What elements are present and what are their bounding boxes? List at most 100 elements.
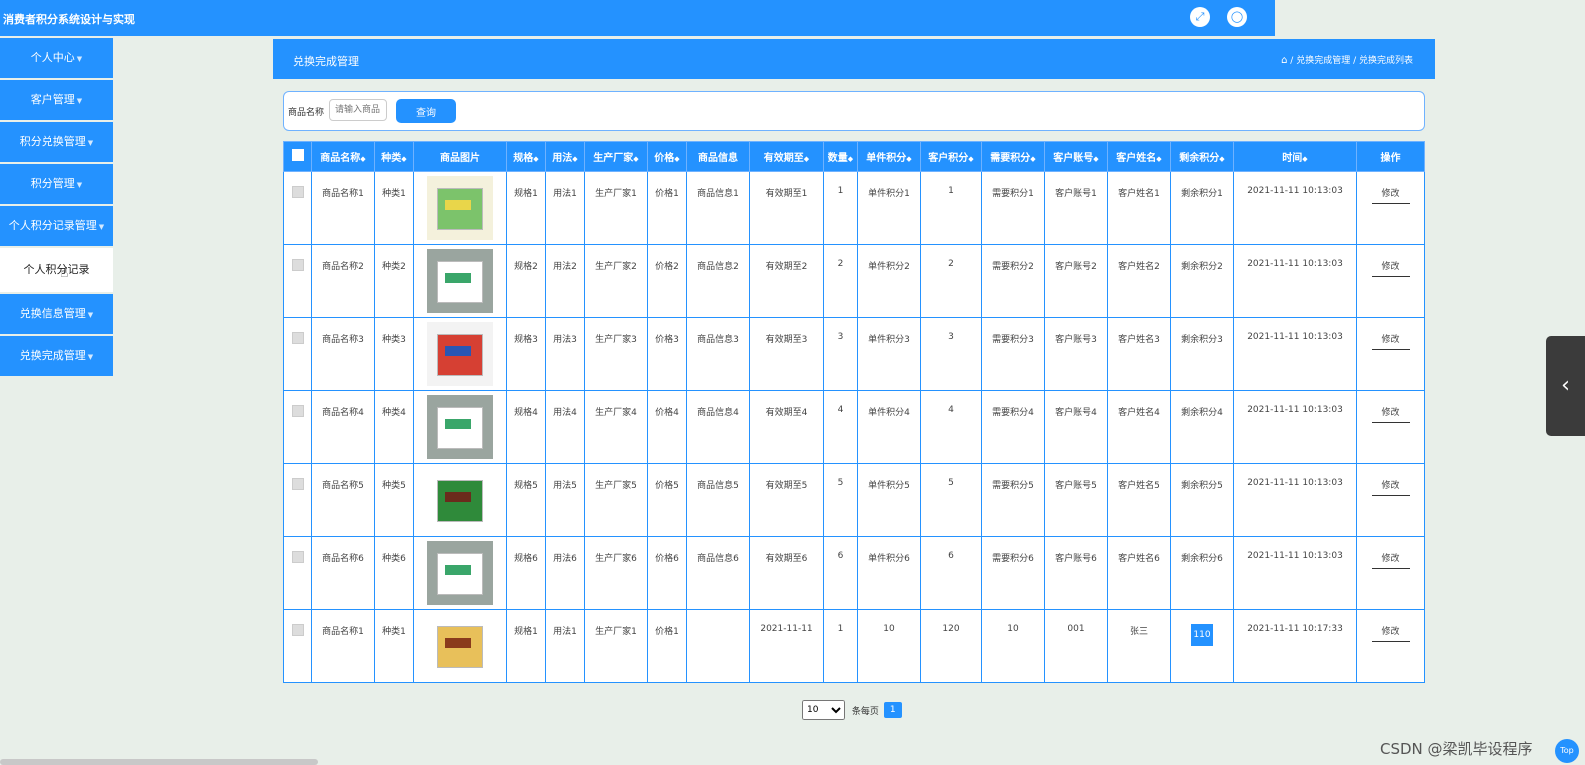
- search-input[interactable]: [329, 99, 387, 121]
- column-header[interactable]: 客户积分◆: [920, 141, 982, 172]
- sidebar-item-label: 兑换信息管理: [19, 307, 86, 320]
- edit-button[interactable]: 修改: [1371, 259, 1410, 277]
- edit-button[interactable]: 修改: [1371, 551, 1410, 569]
- table-cell-info: 商品信息6: [686, 536, 750, 610]
- table-cell-spec: 规格2: [506, 244, 546, 318]
- product-image: [413, 536, 507, 610]
- edit-button[interactable]: 修改: [1371, 405, 1410, 423]
- table-cell-kind: 种类3: [374, 317, 414, 391]
- column-header[interactable]: 用法◆: [545, 141, 585, 172]
- column-header[interactable]: 种类◆: [374, 141, 414, 172]
- table-cell-usage: 用法1: [545, 609, 585, 683]
- table-cell-remain: 剩余积分3: [1170, 317, 1234, 391]
- column-header[interactable]: 需要积分◆: [981, 141, 1045, 172]
- table-cell-kind: 种类5: [374, 463, 414, 537]
- table-cell-account: 001: [1044, 609, 1108, 683]
- sidebar-item-points-exchange[interactable]: 积分兑换管理 ▼: [0, 122, 113, 162]
- column-header[interactable]: 生产厂家◆: [584, 141, 648, 172]
- column-header[interactable]: 时间◆: [1233, 141, 1357, 172]
- table-cell-unit-points: 单件积分5: [857, 463, 921, 537]
- table-row: 商品名称2 种类2 规格2 用法2 生产厂家2 价格2 商品信息2 有效期至2 2 单件积分2 2 需…: [283, 244, 1425, 318]
- sidebar-item-label: 个人中心: [30, 51, 75, 64]
- column-header[interactable]: 规格◆: [506, 141, 546, 172]
- table-cell-info: 商品信息3: [686, 317, 750, 391]
- sidebar-item-label: 客户管理: [30, 93, 75, 106]
- breadcrumb: ⌂ / 兑换完成管理 / 兑换完成列表: [1281, 55, 1413, 66]
- column-header[interactable]: 商品名称◆: [311, 141, 375, 172]
- home-icon[interactable]: ⌂: [1281, 55, 1287, 66]
- row-checkbox[interactable]: [283, 536, 312, 610]
- breadcrumb-item[interactable]: 兑换完成管理: [1296, 56, 1350, 66]
- table-cell-account: 客户账号6: [1044, 536, 1108, 610]
- table-cell-expiry: 有效期至4: [749, 390, 824, 464]
- sort-icon: ◆: [533, 155, 539, 163]
- table-cell-info: 商品信息1: [686, 171, 750, 245]
- row-checkbox[interactable]: [283, 244, 312, 318]
- table-cell-remain: 剩余积分5: [1170, 463, 1234, 537]
- column-header[interactable]: 单件积分◆: [857, 141, 921, 172]
- row-checkbox[interactable]: [283, 609, 312, 683]
- table-cell-expiry: 2021-11-11: [749, 609, 824, 683]
- chevron-down-icon: ▼: [76, 97, 83, 105]
- row-checkbox[interactable]: [283, 171, 312, 245]
- table-cell-kind: 种类6: [374, 536, 414, 610]
- sort-icon: ◆: [847, 155, 854, 163]
- edit-button[interactable]: 修改: [1371, 332, 1410, 350]
- row-checkbox[interactable]: [283, 463, 312, 537]
- product-image: [413, 609, 507, 683]
- table-cell-remain: 110: [1170, 609, 1234, 683]
- row-checkbox[interactable]: [283, 390, 312, 464]
- back-to-top-button[interactable]: Top: [1555, 739, 1579, 763]
- table-cell-unit-points: 单件积分4: [857, 390, 921, 464]
- sidebar-item-points[interactable]: 积分管理 ▼: [0, 164, 113, 204]
- chevron-left-icon[interactable]: ‹: [1546, 336, 1585, 436]
- product-image: [413, 171, 507, 245]
- table-cell-price: 价格2: [647, 244, 687, 318]
- table-cell-expiry: 有效期至1: [749, 171, 824, 245]
- table-cell-qty: 1: [823, 171, 858, 245]
- table-row: 商品名称5 种类5 规格5 用法5 生产厂家5 价格5 商品信息5 有效期至5 5 单件积分5 5 需…: [283, 463, 1425, 537]
- chevron-down-icon: ▼: [87, 139, 94, 147]
- user-icon[interactable]: ◯: [1227, 7, 1247, 27]
- sidebar-item-label: 兑换完成管理: [19, 349, 86, 362]
- table-cell-expiry: 有效期至5: [749, 463, 824, 537]
- sidebar-item-exchange-info[interactable]: 兑换信息管理 ▼: [0, 294, 113, 334]
- breadcrumb-item: 兑换完成列表: [1358, 56, 1413, 66]
- table-cell-need-points: 需要积分6: [981, 536, 1045, 610]
- sidebar: 个人中心 ▼ 客户管理 ▼ 积分兑换管理 ▼ 积分管理 ▼ 个人积分记录管理 ▼ 个人积分…: [0, 38, 113, 378]
- column-header[interactable]: 有效期至◆: [749, 141, 824, 172]
- table-cell-cust-name: 客户姓名1: [1107, 171, 1171, 245]
- table-cell-qty: 5: [823, 463, 858, 537]
- edit-button[interactable]: 修改: [1371, 478, 1410, 496]
- edit-button[interactable]: 修改: [1371, 186, 1410, 204]
- sidebar-item-personal-points-mgmt[interactable]: 个人积分记录管理 ▼: [0, 206, 113, 246]
- page-size-select[interactable]: 10: [802, 700, 845, 720]
- sidebar-item-customer[interactable]: 客户管理 ▼: [0, 80, 113, 120]
- column-header[interactable]: 数量◆: [823, 141, 858, 172]
- sidebar-item-personal-center[interactable]: 个人中心 ▼: [0, 38, 113, 78]
- column-header[interactable]: 客户账号◆: [1044, 141, 1108, 172]
- column-header[interactable]: 价格◆: [647, 141, 687, 172]
- table-cell-spec: 规格1: [506, 171, 546, 245]
- table-cell-unit-points: 单件积分3: [857, 317, 921, 391]
- chevron-down-icon: ▼: [76, 181, 83, 189]
- page-number-button[interactable]: 1: [883, 702, 902, 718]
- product-image: [413, 244, 507, 318]
- expand-icon[interactable]: ⤢: [1190, 7, 1210, 27]
- table-row: 商品名称1 种类1 规格1 用法1 生产厂家1 价格1 商品信息1 有效期至1 1 单件积分1 1 需…: [283, 171, 1425, 245]
- edit-button[interactable]: 修改: [1371, 624, 1410, 642]
- table-cell-qty: 4: [823, 390, 858, 464]
- query-button[interactable]: 查询: [396, 99, 456, 123]
- sidebar-subitem-personal-points-record[interactable]: 个人积分记录: [0, 248, 113, 292]
- horizontal-scrollbar[interactable]: [0, 759, 318, 765]
- row-checkbox[interactable]: [283, 317, 312, 391]
- table-cell-kind: 种类2: [374, 244, 414, 318]
- column-header[interactable]: 客户姓名◆: [1107, 141, 1171, 172]
- select-all-checkbox[interactable]: [283, 141, 312, 172]
- table-cell-price: 价格3: [647, 317, 687, 391]
- table-cell-name: 商品名称1: [311, 171, 375, 245]
- search-panel: 商品名称 查询: [283, 91, 1425, 131]
- column-header[interactable]: 剩余积分◆: [1170, 141, 1234, 172]
- table-cell-cust-points: 1: [920, 171, 982, 245]
- sidebar-item-exchange-complete[interactable]: 兑换完成管理 ▼: [0, 336, 113, 376]
